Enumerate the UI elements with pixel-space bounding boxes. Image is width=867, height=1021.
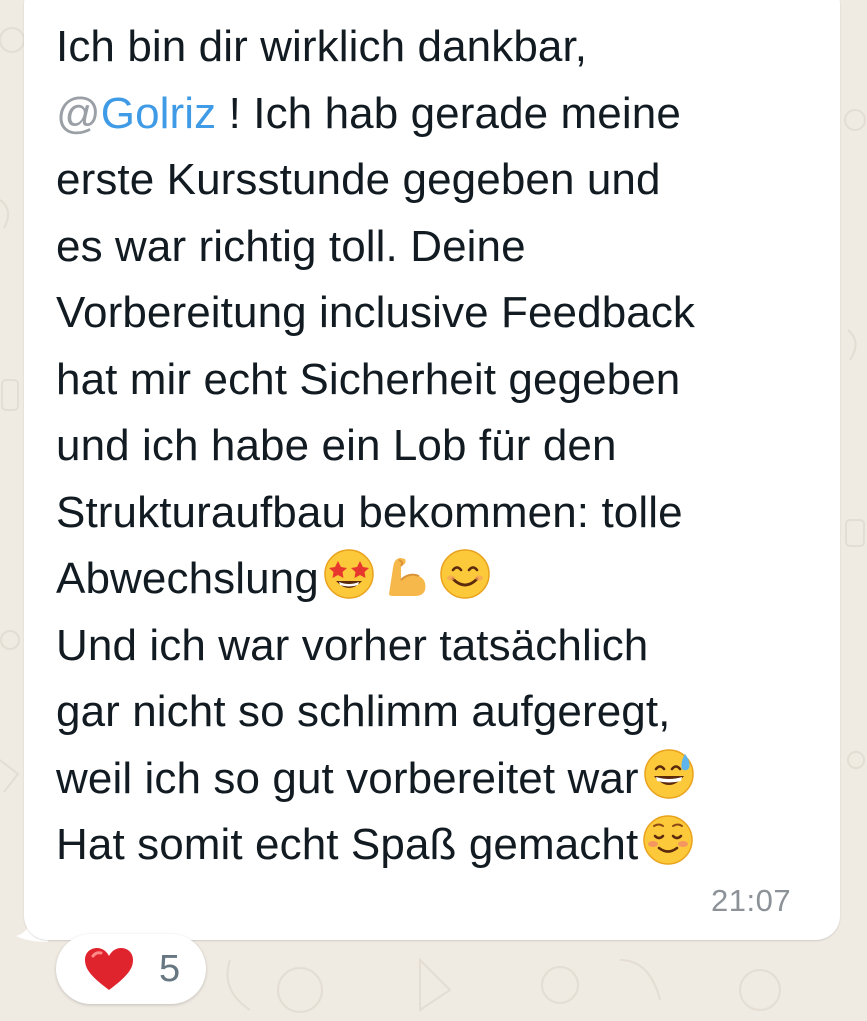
- mention-link[interactable]: @Golriz: [56, 89, 216, 138]
- flexed-biceps-emoji: [379, 546, 435, 602]
- message-line: Vorbereitung inclusive Feedback: [56, 288, 696, 337]
- heart-icon: [83, 946, 135, 992]
- message-line: hat mir echt Sicherheit gegeben: [56, 354, 681, 404]
- message-line-text: weil ich so gut vorbereitet war: [56, 753, 639, 803]
- message-line: Und ich war vorher tatsächlich: [56, 620, 649, 670]
- smiling-face-emoji: [437, 546, 493, 602]
- message-line: Hat somit echt Spaß gemacht: [56, 812, 836, 879]
- message-line-text: ! Ich hab gerade meine: [228, 88, 681, 138]
- message-line: erste Kursstunde gegeben und: [56, 155, 661, 204]
- message-line-text: Abwechslung: [56, 554, 319, 603]
- reaction-count: 5: [159, 947, 181, 990]
- mention-name: Golriz: [100, 88, 217, 138]
- message-line: Abwechslung: [56, 546, 836, 613]
- message-timestamp: 21:07: [711, 883, 792, 918]
- message-line: Strukturaufbau bekommen: tolle: [56, 487, 683, 537]
- reaction-pill[interactable]: 5: [56, 934, 206, 1004]
- message-line: Ich bin dir wirklich dankbar,: [56, 22, 588, 71]
- message-line: und ich habe ein Lob für den: [56, 421, 617, 470]
- smiling-blush-emoji: [640, 812, 696, 868]
- grinning-sweat-emoji: [641, 746, 697, 802]
- message-line-text: Hat somit echt Spaß gemacht: [56, 820, 639, 869]
- message-line: es war richtig toll. Deine: [56, 221, 526, 271]
- message-line: @Golriz ! Ich hab gerade meine: [56, 81, 836, 148]
- mention-at-sign: @: [56, 88, 101, 138]
- star-struck-emoji: [321, 546, 377, 602]
- message-line: weil ich so gut vorbereitet war: [56, 746, 836, 813]
- message-line: gar nicht so schlimm aufgeregt,: [56, 687, 671, 736]
- message-text: Ich bin dir wirklich dankbar, @Golriz ! …: [56, 14, 836, 879]
